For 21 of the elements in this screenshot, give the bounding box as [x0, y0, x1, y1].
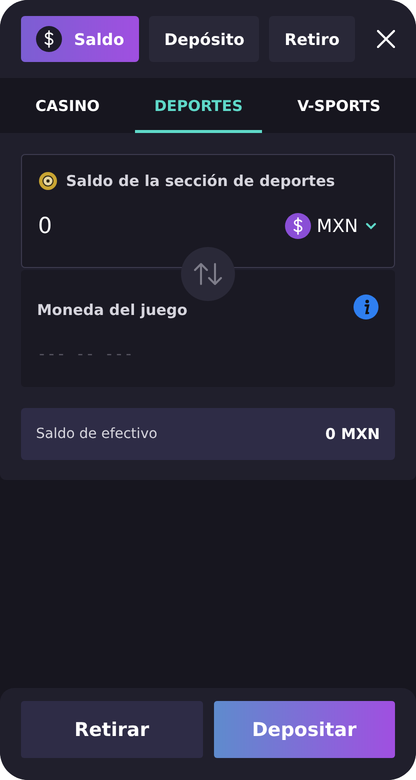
dollar-icon: [284, 213, 311, 239]
header-tab[interactable]: Retiro: [269, 16, 355, 62]
swap-icon[interactable]: [181, 247, 235, 301]
section-tab[interactable]: CASINO: [0, 78, 135, 133]
currency-selector[interactable]: MXN: [284, 213, 378, 239]
cash-balance-value: 0 MXN: [325, 425, 380, 443]
game-currency-value: --- -- ---: [37, 344, 134, 363]
header-tab[interactable]: Depósito: [149, 16, 260, 62]
section-title: Saldo de la sección de deportes: [66, 172, 335, 190]
section-tab[interactable]: V-SPORTS: [262, 78, 416, 133]
game-currency-title: Moneda del juego: [37, 301, 188, 319]
cash-balance-label: Saldo de efectivo: [36, 426, 158, 442]
action-button[interactable]: Depositar: [214, 701, 395, 758]
dollar-icon: [36, 26, 62, 52]
soccer-ball-icon: [38, 171, 58, 191]
close-icon[interactable]: [377, 30, 395, 48]
action-button[interactable]: Retirar: [21, 701, 202, 758]
header-tab[interactable]: Saldo: [21, 16, 140, 62]
amount-value: 0: [38, 214, 53, 238]
info-icon[interactable]: [353, 294, 379, 320]
chevron-down-icon: [364, 221, 378, 231]
